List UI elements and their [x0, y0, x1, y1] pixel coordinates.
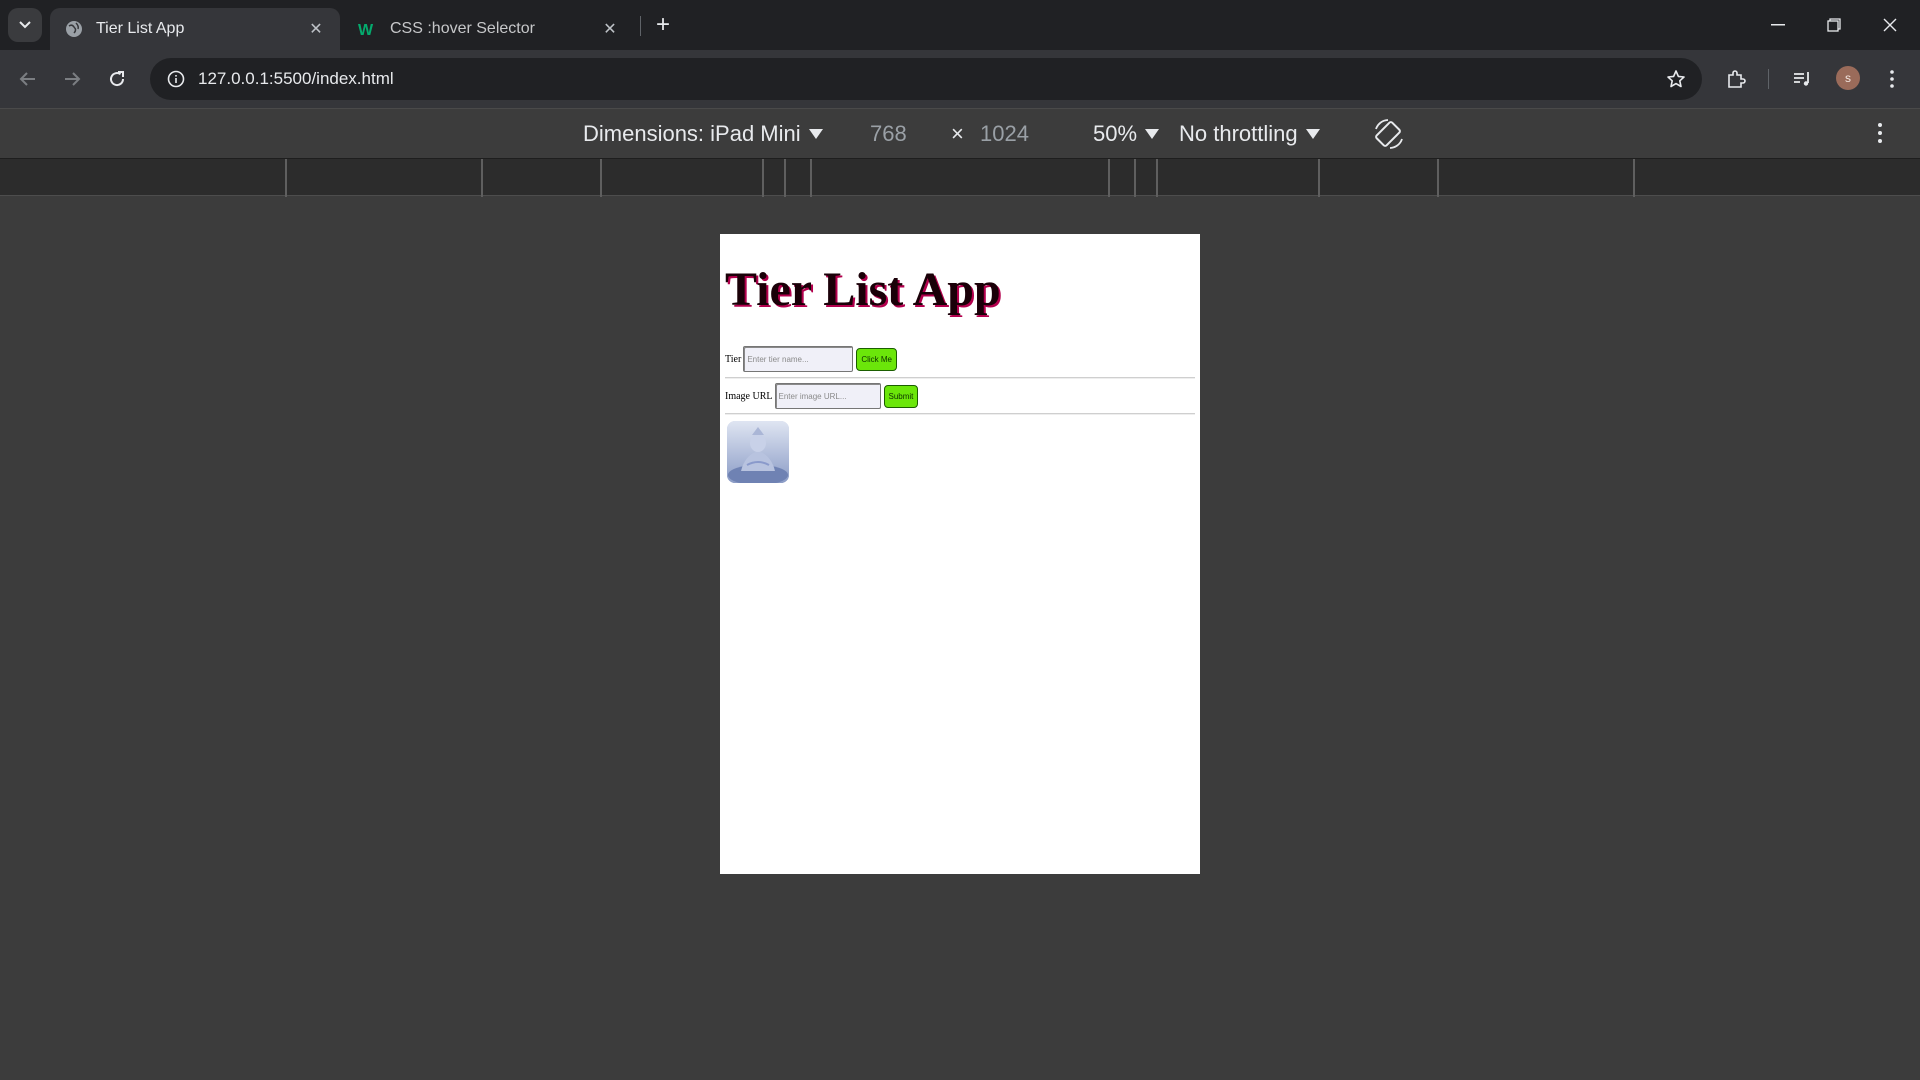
puzzle-icon — [1728, 70, 1746, 88]
close-icon[interactable]: ✕ — [306, 19, 326, 39]
playlist-music-icon — [1794, 72, 1809, 86]
media-query-ruler[interactable] — [0, 158, 1920, 197]
ruler-tick — [1156, 159, 1158, 197]
tier-item-image[interactable] — [727, 421, 789, 483]
close-icon[interactable]: ✕ — [600, 19, 620, 39]
ruler-tick — [600, 159, 602, 197]
device-toolbar: Dimensions: iPad Mini 768 × 1024 50% No … — [0, 108, 1920, 158]
dimensions-label: Dimensions: iPad Mini — [583, 121, 801, 146]
submit-button[interactable]: Submit — [883, 384, 919, 408]
ruler-tick — [481, 159, 483, 197]
address-bar[interactable]: 127.0.0.1:5500/index.html — [150, 58, 1702, 100]
ruler-tick — [1108, 159, 1110, 197]
more-vertical-icon — [1890, 70, 1894, 88]
height-input[interactable]: 1024 — [980, 109, 1029, 159]
tab-separator — [640, 16, 641, 36]
forward-arrow-icon — [65, 72, 81, 86]
tab-search-button[interactable] — [8, 8, 42, 42]
media-controls-button[interactable] — [1784, 61, 1820, 97]
toolbar-separator — [1768, 69, 1769, 89]
dropdown-caret-icon — [1145, 129, 1160, 139]
bookmark-star-icon[interactable] — [1656, 58, 1696, 100]
divider — [725, 413, 1195, 415]
page-title: Tier List App — [725, 263, 1001, 316]
dimension-times-icon: × — [951, 121, 964, 146]
tab-title: CSS :hover Selector — [390, 20, 535, 37]
click-me-button[interactable]: Click Me — [856, 347, 897, 371]
tier-form: Tier Enter tier name... Click Me — [725, 346, 897, 372]
tab-tier-list-app[interactable]: Tier List App ✕ — [50, 8, 340, 50]
svg-text:W: W — [358, 22, 374, 37]
tab-title: Tier List App — [96, 20, 185, 37]
tier-name-input[interactable]: Enter tier name... — [743, 346, 854, 372]
chrome-menu-button[interactable] — [1874, 61, 1910, 97]
divider — [725, 377, 1195, 379]
globe-icon — [64, 19, 84, 39]
tier-label: Tier — [725, 353, 742, 365]
image-url-label: Image URL — [725, 390, 773, 402]
width-input[interactable]: 768 — [870, 109, 907, 159]
minimize-icon — [1771, 24, 1785, 26]
rotate-device-icon — [1375, 119, 1403, 149]
profile-avatar[interactable]: s — [1836, 66, 1860, 90]
new-tab-button[interactable]: + — [648, 10, 678, 40]
rotate-button[interactable] — [1372, 109, 1406, 159]
image-url-input[interactable]: Enter image URL... — [774, 383, 881, 409]
reload-button[interactable] — [99, 61, 135, 97]
restore-icon — [1827, 18, 1841, 32]
extensions-button[interactable] — [1718, 61, 1754, 97]
ruler-tick — [285, 159, 287, 197]
tab-strip: Tier List App ✕ W CSS :hover Selector ✕ … — [0, 0, 1920, 50]
back-button[interactable] — [10, 61, 46, 97]
reload-icon — [110, 71, 125, 87]
zoom-dropdown[interactable]: 50% — [1093, 109, 1160, 159]
ruler-tick — [1633, 159, 1635, 197]
mountain-figure-image — [727, 421, 789, 483]
zoom-label: 50% — [1093, 121, 1138, 146]
image-form: Image URL Enter image URL... Submit — [725, 383, 919, 409]
dropdown-caret-icon — [808, 129, 823, 139]
ruler-tick — [1437, 159, 1439, 197]
dimensions-dropdown[interactable]: Dimensions: iPad Mini — [583, 109, 823, 159]
forward-button[interactable] — [54, 61, 90, 97]
tab-css-hover-selector[interactable]: W CSS :hover Selector ✕ — [344, 8, 634, 50]
device-toolbar-more-icon[interactable] — [1868, 108, 1892, 158]
dropdown-caret-icon — [1305, 129, 1320, 139]
emulated-viewport: Tier List App Tier Enter tier name... Cl… — [720, 234, 1200, 874]
chevron-down-icon — [19, 21, 31, 29]
site-info-icon[interactable] — [156, 58, 196, 100]
back-arrow-icon — [19, 72, 35, 86]
close-icon — [1883, 18, 1897, 32]
minimize-button[interactable] — [1750, 0, 1806, 50]
ruler-tick — [1134, 159, 1136, 197]
restore-button[interactable] — [1806, 0, 1862, 50]
browser-toolbar: 127.0.0.1:5500/index.html — [0, 50, 1920, 108]
throttling-label: No throttling — [1179, 121, 1298, 146]
ruler-tick — [810, 159, 812, 197]
ruler-tick — [762, 159, 764, 197]
throttling-dropdown[interactable]: No throttling — [1179, 109, 1320, 159]
close-window-button[interactable] — [1862, 0, 1918, 50]
ruler-tick — [1318, 159, 1320, 197]
ruler-tick — [784, 159, 786, 197]
w3schools-icon: W — [358, 19, 378, 39]
url-text[interactable]: 127.0.0.1:5500/index.html — [198, 69, 1656, 89]
